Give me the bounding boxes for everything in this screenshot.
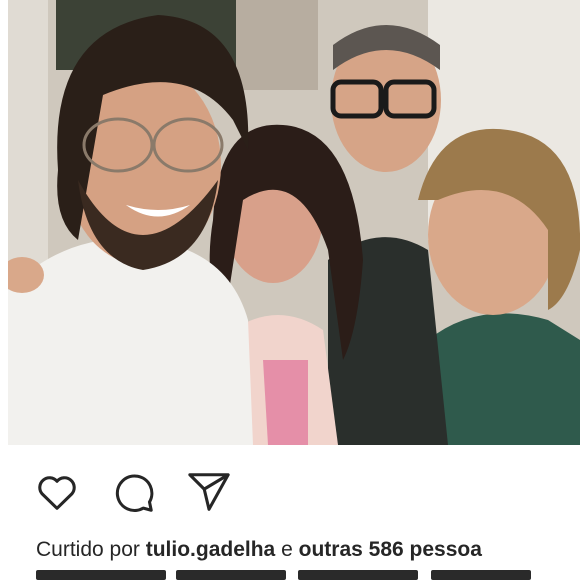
like-button[interactable] [34, 469, 80, 515]
heart-icon [38, 476, 76, 510]
comment-button[interactable] [110, 469, 156, 515]
group-selfie-image [8, 0, 580, 445]
liked-by-others-link[interactable]: outras 586 pessoa [299, 538, 482, 561]
liked-by-joiner: e [281, 538, 293, 561]
liked-by-text: Curtido por tulio.gadelha e outras 586 p… [36, 537, 580, 563]
send-icon [188, 473, 230, 511]
comment-icon [115, 474, 154, 512]
liked-by-user-link[interactable]: tulio.gadelha [146, 538, 276, 561]
liked-by-prefix: Curtido por [36, 538, 140, 561]
post-photo[interactable] [8, 0, 580, 445]
share-button[interactable] [186, 469, 232, 515]
post-action-bar [34, 468, 232, 516]
caption-cut-off [36, 570, 580, 580]
